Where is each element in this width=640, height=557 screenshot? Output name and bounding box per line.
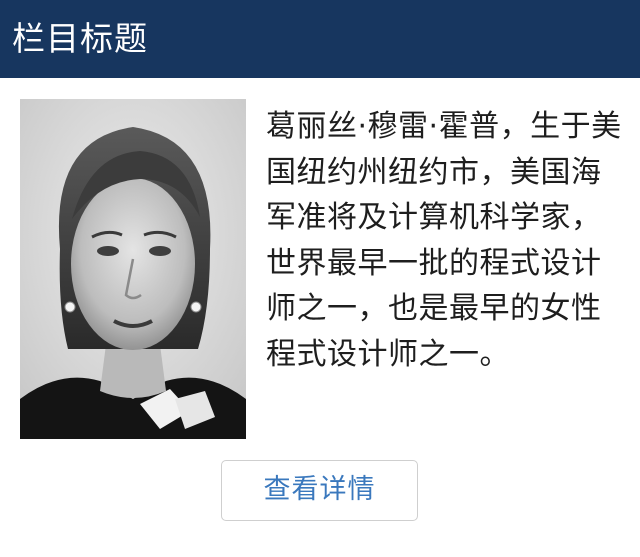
content-card: 栏目标题 葛丽丝·穆雷·霍普，生于美国纽约州纽约市，美国海军准将及计算机科学家，… (0, 0, 640, 557)
section-header: 栏目标题 (0, 0, 640, 78)
view-details-button[interactable]: 查看详情 (221, 460, 418, 521)
section-title: 栏目标题 (12, 19, 148, 58)
article-description: 葛丽丝·穆雷·霍普，生于美国纽约州纽约市，美国海军准将及计算机科学家，世界最早一… (266, 109, 622, 372)
portrait-image (20, 99, 246, 439)
